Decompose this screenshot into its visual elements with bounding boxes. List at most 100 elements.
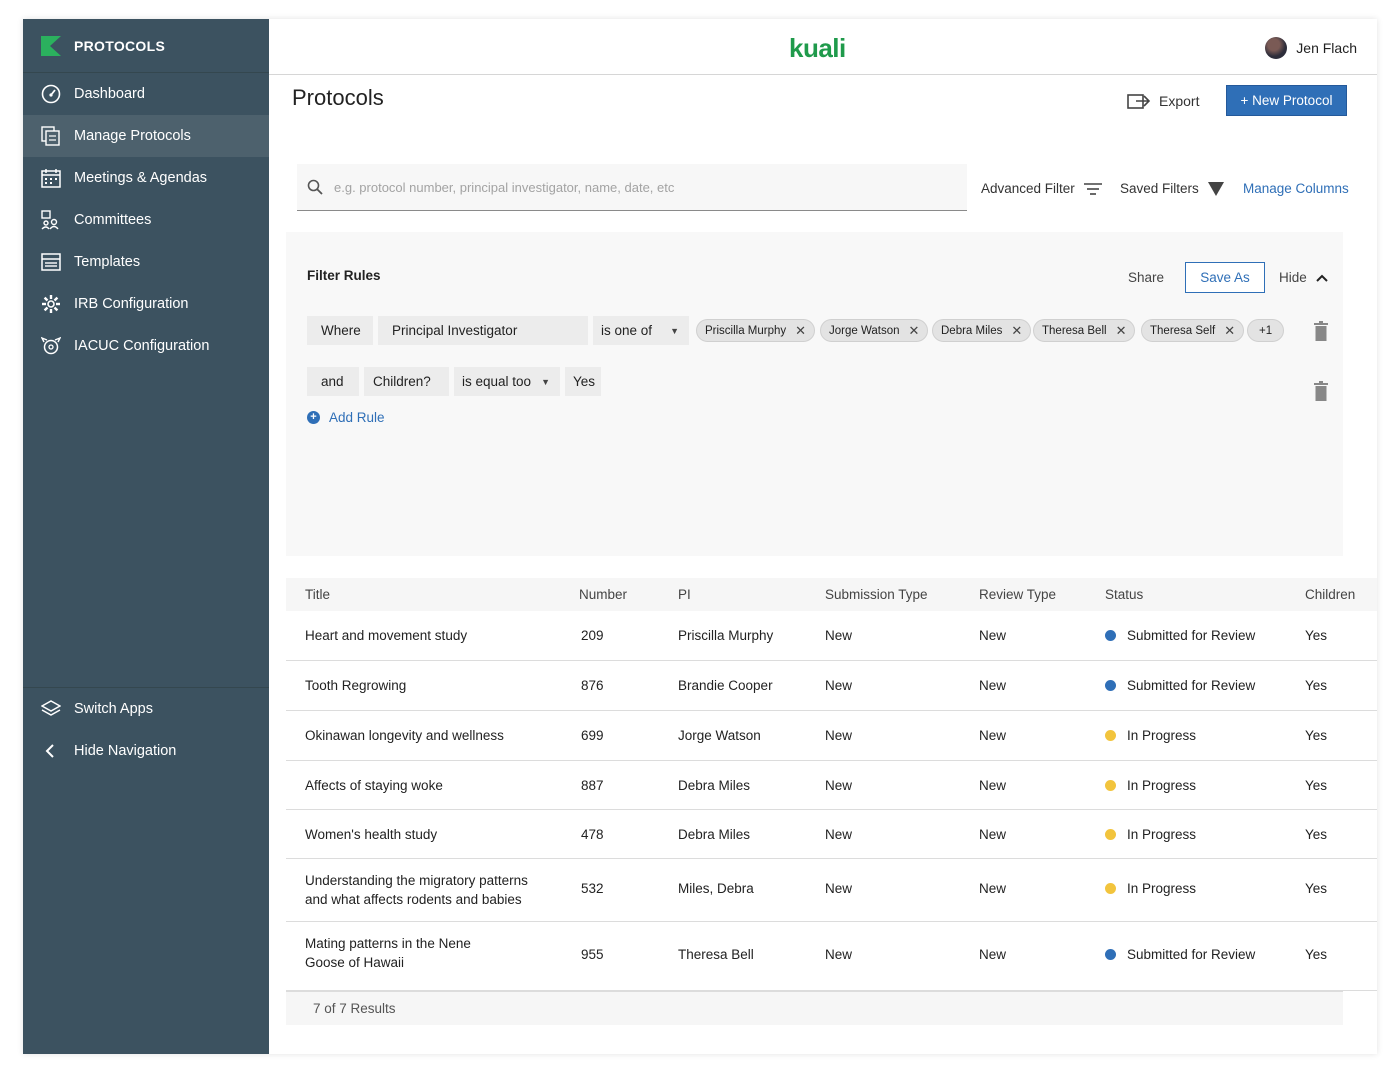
delete-rule-1-trash-icon[interactable] (1313, 321, 1329, 341)
cell-status: Submitted for Review (1105, 945, 1255, 964)
column-header-submission-type[interactable]: Submission Type (825, 587, 928, 602)
user-menu[interactable]: Jen Flach (1265, 37, 1357, 59)
sidebar-item-committees[interactable]: Committees (23, 199, 269, 241)
top-header: kuali Jen Flach (269, 19, 1377, 75)
add-circle-icon: + (307, 411, 320, 424)
saved-filters-dropdown[interactable]: Saved Filters (1120, 181, 1224, 196)
cell-pi: Theresa Bell (678, 947, 754, 962)
add-rule-button[interactable]: + Add Rule (307, 410, 385, 425)
column-header-review-type[interactable]: Review Type (979, 587, 1056, 602)
table-row[interactable]: Affects of staying woke 887 Debra Miles New… (286, 761, 1377, 810)
status-dot-icon (1105, 730, 1116, 741)
delete-rule-2-trash-icon[interactable] (1313, 381, 1329, 401)
sidebar-item-label: IRB Configuration (74, 296, 189, 312)
remove-chip-close-icon[interactable]: ✕ (1224, 323, 1235, 339)
remove-chip-close-icon[interactable]: ✕ (1116, 323, 1127, 339)
rule-operator-select[interactable]: is one of ▼ (593, 316, 689, 345)
kuali-k-logo-icon (41, 35, 61, 56)
new-protocol-button[interactable]: + New Protocol (1226, 85, 1347, 116)
search-bar (297, 164, 967, 211)
sidebar: PROTOCOLS Dashboard Manage Protocols Meeti… (23, 19, 269, 1054)
table-row[interactable]: Women's health study 478 Debra Miles New New… (286, 810, 1377, 859)
rule2-value[interactable]: Yes (565, 367, 601, 396)
cell-number: 209 (581, 628, 604, 643)
cell-review: New (979, 881, 1007, 896)
more-values-chip[interactable]: +1 (1247, 319, 1285, 342)
sidebar-item-hide-navigation[interactable]: Hide Navigation (23, 730, 269, 772)
remove-chip-close-icon[interactable]: ✕ (795, 323, 806, 339)
filter-value-chip: Theresa Bell ✕ (1033, 319, 1136, 342)
filter-value-chip: Theresa Self ✕ (1141, 319, 1245, 342)
avatar (1265, 37, 1288, 59)
filter-value-chip: Jorge Watson ✕ (820, 319, 929, 342)
remove-chip-close-icon[interactable]: ✕ (909, 323, 920, 339)
sidebar-item-dashboard[interactable]: Dashboard (23, 73, 269, 115)
cell-pi: Debra Miles (678, 778, 751, 793)
cell-status: In Progress (1105, 776, 1196, 795)
results-count: 7 of 7 Results (286, 991, 1343, 1025)
layers-icon (41, 699, 61, 719)
manage-columns-link[interactable]: Manage Columns (1243, 181, 1349, 196)
sidebar-item-meetings-agendas[interactable]: Meetings & Agendas (23, 157, 269, 199)
cell-title-line: and what affects rodents and babies (305, 892, 522, 907)
cell-number: 887 (581, 778, 604, 793)
table-row[interactable]: Understanding the migratory patterns and … (286, 859, 1377, 922)
rule2-operator-select[interactable]: is equal too ▼ (454, 367, 560, 396)
cell-title: Affects of staying woke (305, 776, 443, 795)
advanced-filter-button[interactable]: Advanced Filter (981, 181, 1102, 196)
filter-value-chip: Priscilla Murphy ✕ (696, 319, 816, 342)
table-row[interactable]: Heart and movement study 209 Priscilla Mur… (286, 611, 1377, 661)
cell-status: Submitted for Review (1105, 676, 1255, 695)
funnel-icon (1207, 181, 1224, 196)
sidebar-item-switch-apps[interactable]: Switch Apps (23, 688, 269, 730)
export-button[interactable]: Export (1127, 92, 1199, 110)
column-header-children[interactable]: Children (1305, 587, 1355, 602)
table-row[interactable]: Tooth Regrowing 876 Brandie Cooper New New Su… (286, 661, 1377, 711)
status-dot-icon (1105, 949, 1116, 960)
hide-filter-button[interactable]: Hide (1279, 270, 1328, 285)
hide-label: Hide (1279, 270, 1307, 285)
sidebar-item-manage-protocols[interactable]: Manage Protocols (23, 115, 269, 157)
sidebar-item-label: Committees (74, 212, 152, 228)
advanced-filter-label: Advanced Filter (981, 181, 1075, 196)
table-row[interactable]: Mating patterns in the Nene Goose of Hawa… (286, 922, 1377, 991)
cell-review: New (979, 947, 1007, 962)
export-label: Export (1159, 93, 1200, 109)
cell-submission: New (825, 827, 853, 842)
cell-number: 955 (581, 947, 604, 962)
remove-chip-close-icon[interactable]: ✕ (1011, 323, 1022, 339)
kuali-logo[interactable]: kuali (789, 33, 846, 64)
filter-lines-icon (1083, 182, 1102, 195)
share-button[interactable]: Share (1128, 270, 1164, 285)
status-label: In Progress (1127, 881, 1197, 896)
sidebar-item-templates[interactable]: Templates (23, 241, 269, 283)
sidebar-item-iacuc-configuration[interactable]: IACUC Configuration (23, 325, 269, 367)
column-header-status[interactable]: Status (1105, 587, 1143, 602)
rule-connector-where: Where (307, 316, 373, 345)
cell-title-line: Understanding the migratory patterns (305, 873, 528, 888)
rule-field-select[interactable]: Principal Investigator (378, 316, 588, 345)
cell-children: Yes (1305, 947, 1328, 962)
sidebar-item-irb-configuration[interactable]: IRB Configuration (23, 283, 269, 325)
rule2-operator-label: is equal too (462, 374, 532, 389)
filter-rules-panel: Filter Rules Share Save As Hide Where Pr… (286, 232, 1343, 556)
cell-submission: New (825, 628, 853, 643)
sidebar-item-label: Manage Protocols (74, 128, 191, 144)
rule2-field-select[interactable]: Children? (364, 367, 449, 396)
save-as-button[interactable]: Save As (1185, 262, 1265, 293)
cell-title: Tooth Regrowing (305, 676, 406, 695)
column-header-number[interactable]: Number (579, 587, 627, 602)
sidebar-brand[interactable]: PROTOCOLS (23, 19, 269, 73)
cell-title: Okinawan longevity and wellness (305, 726, 504, 745)
table-row[interactable]: Okinawan longevity and wellness 699 Jorge … (286, 711, 1377, 761)
column-header-pi[interactable]: PI (678, 587, 691, 602)
cell-submission: New (825, 947, 853, 962)
sidebar-item-label: Templates (74, 254, 141, 270)
cell-pi: Debra Miles (678, 827, 751, 842)
sidebar-item-label: Switch Apps (74, 701, 153, 717)
cell-children: Yes (1305, 881, 1328, 896)
column-header-title[interactable]: Title (305, 587, 330, 602)
cell-status: In Progress (1105, 879, 1196, 898)
export-icon (1127, 94, 1151, 109)
search-input[interactable] (334, 179, 934, 195)
